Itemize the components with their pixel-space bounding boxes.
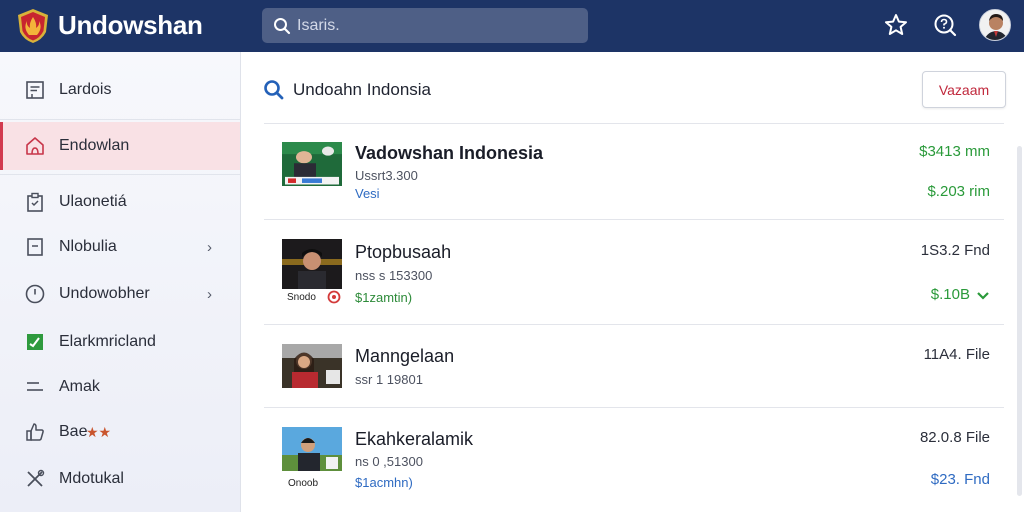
chevron-right-icon: ›	[207, 285, 212, 303]
list-item[interactable]: Onoob Ekahkeralamik ns 0 ,51300 $1acmhn)…	[264, 408, 1004, 508]
item-link[interactable]: Vesi	[355, 186, 380, 201]
page-title: Undoahn Indonsia	[293, 80, 432, 99]
sidebar-item-label: Amak	[59, 378, 100, 395]
item-amount: 11A4. File	[923, 346, 990, 363]
item-badge-text: Onoob	[288, 478, 319, 489]
menu-lines-icon	[27, 382, 43, 391]
sidebar-item-mdotukal[interactable]: Mdotukal	[0, 455, 240, 503]
top-bar: Undowshan	[0, 0, 1024, 52]
clipboard-icon	[27, 192, 43, 212]
sidebar-item-undowobher[interactable]: Undowobher ›	[0, 270, 240, 318]
item-thumbnail	[282, 142, 342, 186]
star-icon[interactable]	[883, 12, 909, 38]
sidebar: Lardois Endowlan Ulaonetiá Nlobulia › Un…	[0, 52, 241, 512]
sidebar-item-ulaonetia[interactable]: Ulaonetiá	[0, 178, 240, 226]
user-avatar[interactable]	[979, 9, 1011, 41]
item-thumbnail	[282, 427, 342, 471]
rating-stars: ★★	[86, 423, 112, 440]
sidebar-divider	[0, 119, 240, 120]
thumb-icon	[26, 423, 44, 441]
item-link[interactable]: $1acmhn)	[355, 475, 413, 490]
document-icon	[26, 81, 44, 99]
search-input[interactable]	[297, 16, 567, 35]
sidebar-item-label: Undowobher	[59, 285, 150, 302]
box-icon	[27, 238, 43, 256]
sidebar-item-endowlan[interactable]: Endowlan	[0, 122, 240, 170]
item-subtitle: ssr 1 19801	[355, 372, 423, 387]
scrollbar[interactable]	[1017, 146, 1022, 496]
sidebar-item-amak[interactable]: Amak	[0, 363, 240, 411]
search-icon	[264, 80, 284, 100]
item-subtitle: nss s 153300	[355, 268, 433, 283]
sidebar-item-bae[interactable]: Bae ★★	[0, 408, 240, 456]
check-icon	[977, 292, 989, 300]
item-subtitle: ns 0 ,51300	[355, 454, 423, 469]
sidebar-item-label: Elarkmricland	[59, 333, 156, 350]
avatar-portrait-icon	[980, 10, 1010, 40]
item-subtitle: Ussrt3.300	[355, 168, 418, 183]
sidebar-item-label: Bae	[59, 423, 88, 440]
shield-logo-icon[interactable]	[16, 8, 50, 44]
chart-icon	[27, 334, 43, 350]
search-icon	[274, 17, 291, 34]
item-change: $23. Fnd	[930, 471, 990, 488]
item-title: Ekahkeralamik	[355, 429, 474, 449]
item-thumbnail	[282, 239, 342, 289]
item-amount: 1S3.2 Fnd	[920, 242, 990, 259]
sidebar-item-label: Mdotukal	[59, 470, 124, 487]
list-item[interactable]: Manngelaan ssr 1 19801 11A4. File	[264, 325, 1004, 407]
sidebar-item-lardois[interactable]: Lardois	[0, 66, 240, 114]
action-button[interactable]: Vazaam	[922, 71, 1006, 108]
search-bar[interactable]	[262, 8, 588, 43]
sidebar-item-label: Nlobulia	[59, 238, 117, 255]
item-title: Vadowshan Indonesia	[355, 143, 544, 163]
item-amount: $3413 mm	[919, 143, 990, 160]
brand-name: Undowshan	[58, 10, 203, 40]
sidebar-item-label: Endowlan	[59, 137, 130, 154]
item-amount: 82.0.8 File	[919, 429, 990, 446]
list-item[interactable]: Vadowshan Indonesia Ussrt3.300 Vesi $341…	[264, 124, 1004, 219]
item-link[interactable]: $1zamtin)	[355, 290, 412, 305]
sidebar-item-label: Ulaonetiá	[59, 193, 127, 210]
item-thumbnail	[282, 344, 342, 388]
item-change: $.203 rim	[927, 183, 990, 200]
home-icon	[26, 137, 44, 155]
record-icon	[327, 290, 341, 304]
sidebar-item-nlobulia[interactable]: Nlobulia ›	[0, 223, 240, 271]
sidebar-item-label: Lardois	[59, 81, 112, 98]
sidebar-item-elarkmricland[interactable]: Elarkmricland	[0, 318, 240, 366]
item-title: Ptopbusaah	[355, 242, 452, 262]
item-title: Manngelaan	[355, 346, 455, 366]
list-item[interactable]: Snodo Ptopbusaah nss s 153300 $1zamtin) …	[264, 220, 1004, 324]
sidebar-divider	[0, 174, 240, 175]
clock-icon	[25, 284, 45, 304]
help-search-icon[interactable]	[932, 12, 958, 38]
item-change: $.10B	[930, 286, 970, 303]
item-badge-text: Snodo	[287, 292, 316, 303]
tools-icon	[27, 469, 45, 487]
chevron-right-icon: ›	[207, 238, 212, 256]
